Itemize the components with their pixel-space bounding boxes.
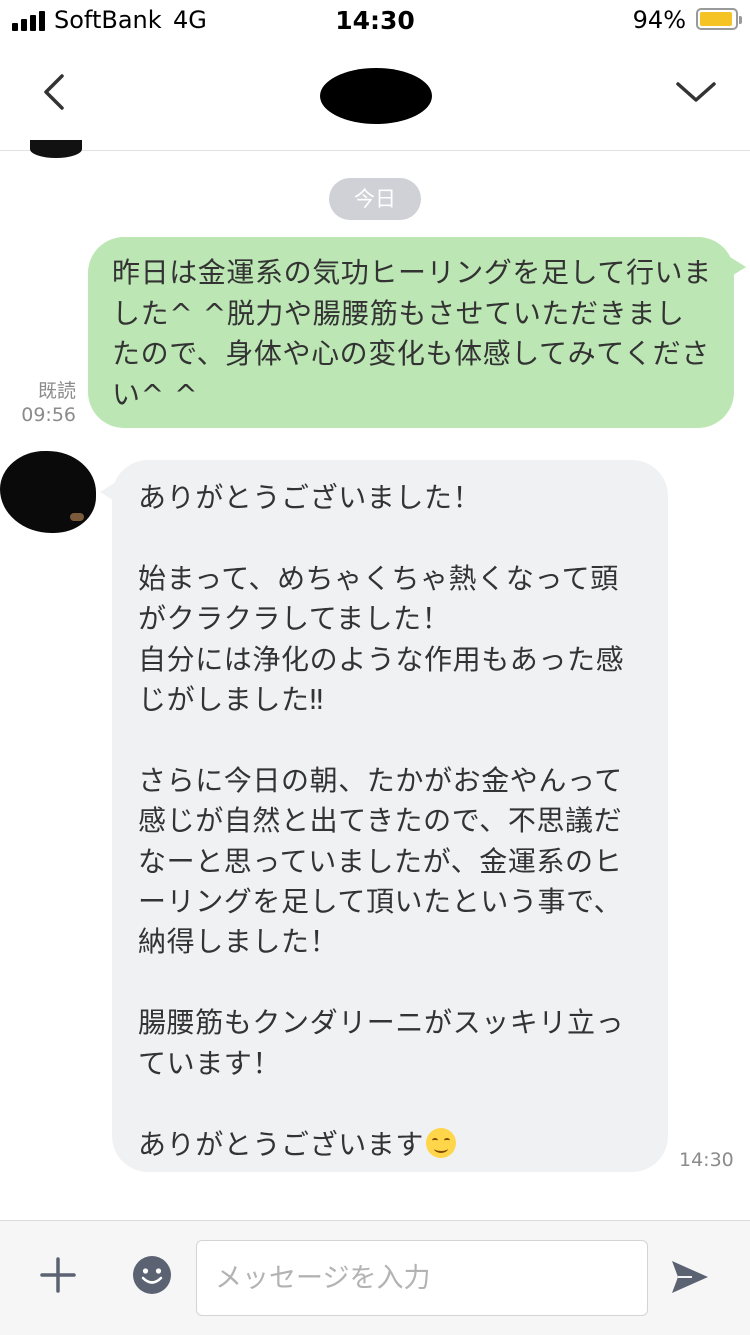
bubble-tail [100, 482, 116, 502]
chat-header [0, 40, 750, 151]
plus-icon [40, 1257, 76, 1293]
chevron-down-icon [676, 82, 716, 102]
sticker-button[interactable] [130, 1253, 174, 1297]
chevron-left-icon [44, 74, 64, 110]
send-icon [672, 1261, 708, 1293]
previous-avatar-fragment [30, 140, 82, 158]
read-receipt: 既読 [37, 380, 76, 402]
chat-menu-button[interactable] [672, 68, 720, 116]
outgoing-message-text: 昨日は金運系の気功ヒーリングを足して行いました^ ^脱力や腸腰筋もさせていただき… [112, 256, 712, 411]
incoming-message-text: ありがとうございました！ 始まって、めちゃくちゃ熱くなって頭がクラクラしてました… [138, 481, 625, 1161]
battery-percent: 94% [632, 6, 686, 34]
date-separator: 今日 [329, 178, 421, 220]
outgoing-message-time: 09:56 [21, 404, 76, 426]
message-input[interactable] [196, 1240, 648, 1316]
status-bar: SoftBank 4G 14:30 94% [0, 0, 750, 40]
bubble-tail [730, 257, 746, 277]
battery-icon [696, 8, 742, 30]
message-input-bar [0, 1220, 750, 1335]
back-button[interactable] [32, 68, 80, 116]
outgoing-message-bubble[interactable]: 昨日は金運系の気功ヒーリングを足して行いました^ ^脱力や腸腰筋もさせていただき… [88, 237, 746, 428]
incoming-message-time: 14:30 [679, 1149, 734, 1171]
smiling-face-emoji-icon [426, 1127, 457, 1158]
incoming-message-bubble[interactable]: ありがとうございました！ 始まって、めちゃくちゃ熱くなって頭がクラクラしてました… [100, 460, 668, 1172]
sender-avatar[interactable] [0, 451, 96, 533]
smiley-icon [133, 1256, 171, 1294]
send-button[interactable] [668, 1255, 712, 1299]
add-attachment-button[interactable] [36, 1253, 80, 1297]
chat-title-redacted [320, 68, 432, 124]
